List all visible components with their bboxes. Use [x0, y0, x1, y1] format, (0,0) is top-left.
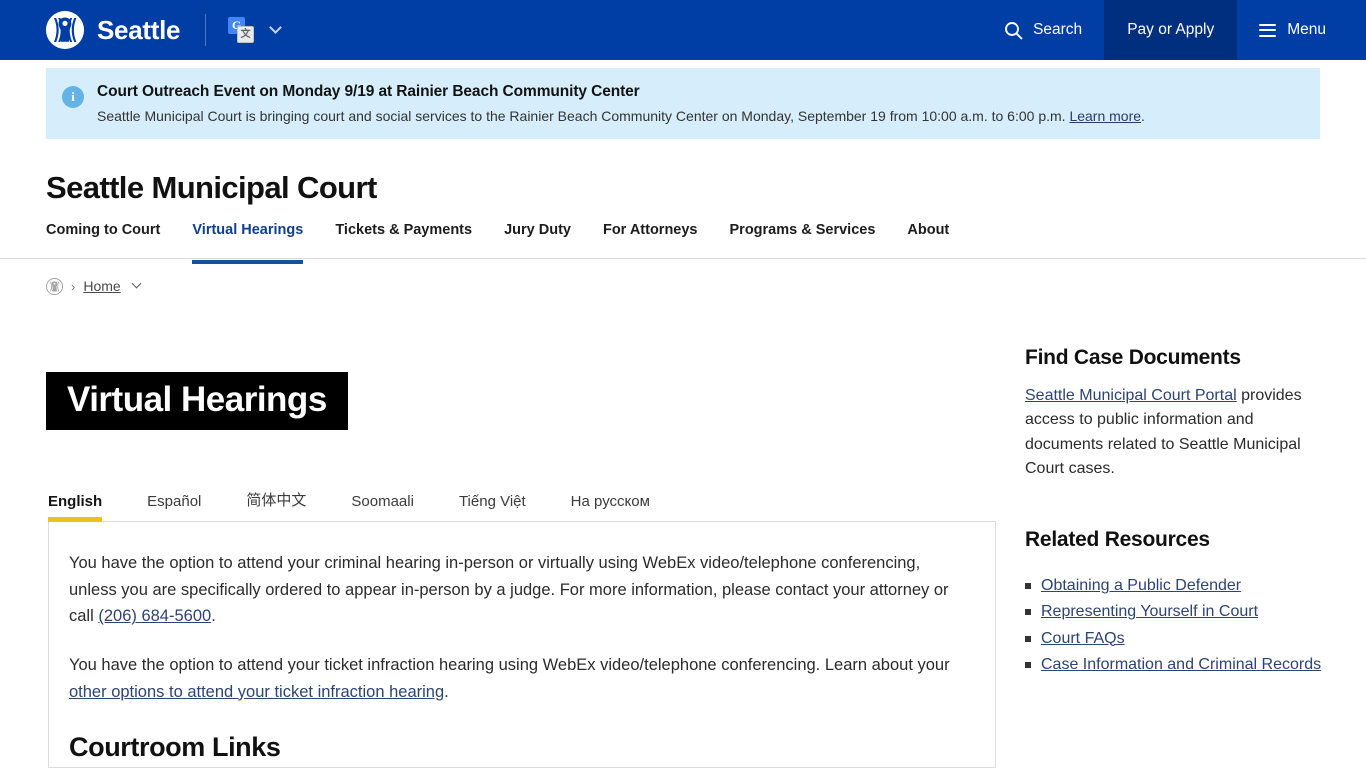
paragraph2-text-after: . — [444, 682, 449, 701]
alert-banner: i Court Outreach Event on Monday 9/19 at… — [46, 68, 1320, 139]
nav-item-about[interactable]: About — [907, 222, 949, 251]
list-item: Case Information and Criminal Records — [1025, 653, 1335, 676]
sidebar-find-case-documents-text: Seattle Municipal Court Portal provides … — [1025, 384, 1335, 481]
translate-selector[interactable]: G 文 — [228, 0, 283, 60]
alert-description: Seattle Municipal Court is bringing cour… — [97, 107, 1145, 127]
paragraph1-text-after: . — [211, 607, 216, 626]
page-title: Virtual Hearings — [46, 372, 348, 431]
chevron-down-icon[interactable] — [131, 278, 142, 289]
list-item: Representing Yourself in Court — [1025, 600, 1335, 623]
translate-char-glyph: 文 — [237, 26, 255, 43]
nav-item-for-attorneys[interactable]: For Attorneys — [603, 222, 698, 251]
nav-item-virtual-hearings[interactable]: Virtual Hearings — [192, 222, 303, 264]
menu-button[interactable]: Menu — [1237, 0, 1366, 60]
nav-item-programs-services[interactable]: Programs & Services — [730, 222, 876, 251]
menu-label: Menu — [1287, 21, 1326, 38]
related-resources-list: Obtaining a Public Defender Representing… — [1025, 574, 1335, 676]
main-navigation: Coming to Court Virtual Hearings Tickets… — [46, 222, 1320, 264]
section-heading-courtroom-links: Courtroom Links — [69, 731, 281, 762]
tab-russian[interactable]: На русском — [571, 493, 650, 521]
link-court-faqs[interactable]: Court FAQs — [1041, 630, 1125, 647]
sidebar-heading-find-case-documents: Find Case Documents — [1025, 346, 1241, 369]
ticket-infraction-options-link[interactable]: other options to attend your ticket infr… — [69, 683, 444, 701]
pay-or-apply-button[interactable]: Pay or Apply — [1104, 0, 1238, 60]
link-case-information-criminal-records[interactable]: Case Information and Criminal Records — [1041, 656, 1321, 673]
alert-learn-more-link[interactable]: Learn more — [1069, 108, 1141, 124]
link-obtaining-public-defender[interactable]: Obtaining a Public Defender — [1041, 577, 1241, 594]
paragraph2-text-before: You have the option to attend your ticke… — [69, 656, 950, 675]
tab-english[interactable]: English — [48, 493, 103, 522]
nav-item-coming-to-court[interactable]: Coming to Court — [46, 222, 160, 251]
language-tabs: English Español 简体中文 Soomaali Tiếng Việt… — [48, 482, 996, 522]
sidebar: Find Case Documents Seattle Municipal Co… — [1025, 346, 1335, 679]
paragraph-ticket-infraction: You have the option to attend your ticke… — [69, 652, 971, 705]
link-representing-yourself[interactable]: Representing Yourself in Court — [1041, 603, 1258, 620]
site-header: Seattle G 文 Search Pay or Apply Menu — [0, 0, 1366, 60]
breadcrumb-separator: › — [71, 278, 76, 294]
search-label: Search — [1033, 21, 1083, 38]
nav-item-tickets-payments[interactable]: Tickets & Payments — [335, 222, 472, 251]
hamburger-menu-icon — [1259, 20, 1277, 40]
alert-text-before: Seattle Municipal Court is bringing cour… — [97, 107, 1070, 124]
list-item: Court FAQs — [1025, 627, 1335, 650]
tab-soomaali[interactable]: Soomaali — [351, 493, 414, 521]
header-actions: Search Pay or Apply Menu — [982, 0, 1366, 60]
nav-item-jury-duty[interactable]: Jury Duty — [504, 222, 571, 251]
main-navigation-divider — [0, 258, 1366, 259]
search-button[interactable]: Search — [982, 0, 1104, 60]
breadcrumb-home-link[interactable]: Home — [83, 278, 120, 294]
sidebar-heading-related-resources: Related Resources — [1025, 528, 1210, 552]
alert-content: Court Outreach Event on Monday 9/19 at R… — [97, 82, 1145, 139]
seattle-city-seal-icon[interactable] — [45, 277, 64, 295]
brand-home-link[interactable]: Seattle — [46, 0, 180, 60]
site-title: Seattle Municipal Court — [46, 170, 377, 205]
tab-chinese-simplified[interactable]: 简体中文 — [246, 489, 306, 521]
search-icon — [1005, 21, 1023, 39]
tab-panel-english: You have the option to attend your crimi… — [48, 522, 996, 768]
phone-link[interactable]: (206) 684-5600 — [98, 607, 211, 625]
google-translate-icon: G 文 — [228, 17, 255, 43]
brand-name: Seattle — [97, 15, 181, 45]
chevron-down-icon — [269, 21, 283, 34]
paragraph-criminal-hearing: You have the option to attend your crimi… — [69, 550, 971, 630]
seattle-city-seal-icon — [46, 11, 84, 49]
list-item: Obtaining a Public Defender — [1025, 574, 1335, 597]
alert-title: Court Outreach Event on Monday 9/19 at R… — [97, 83, 640, 100]
pay-or-apply-label: Pay or Apply — [1127, 21, 1215, 38]
header-divider — [205, 14, 207, 46]
alert-text-after: . — [1141, 107, 1145, 124]
breadcrumb: › Home — [45, 275, 142, 297]
info-circle-icon: i — [62, 86, 84, 108]
court-portal-link[interactable]: Seattle Municipal Court Portal — [1025, 387, 1237, 404]
tab-tieng-viet[interactable]: Tiếng Việt — [459, 493, 526, 521]
tab-espanol[interactable]: Español — [147, 493, 201, 521]
